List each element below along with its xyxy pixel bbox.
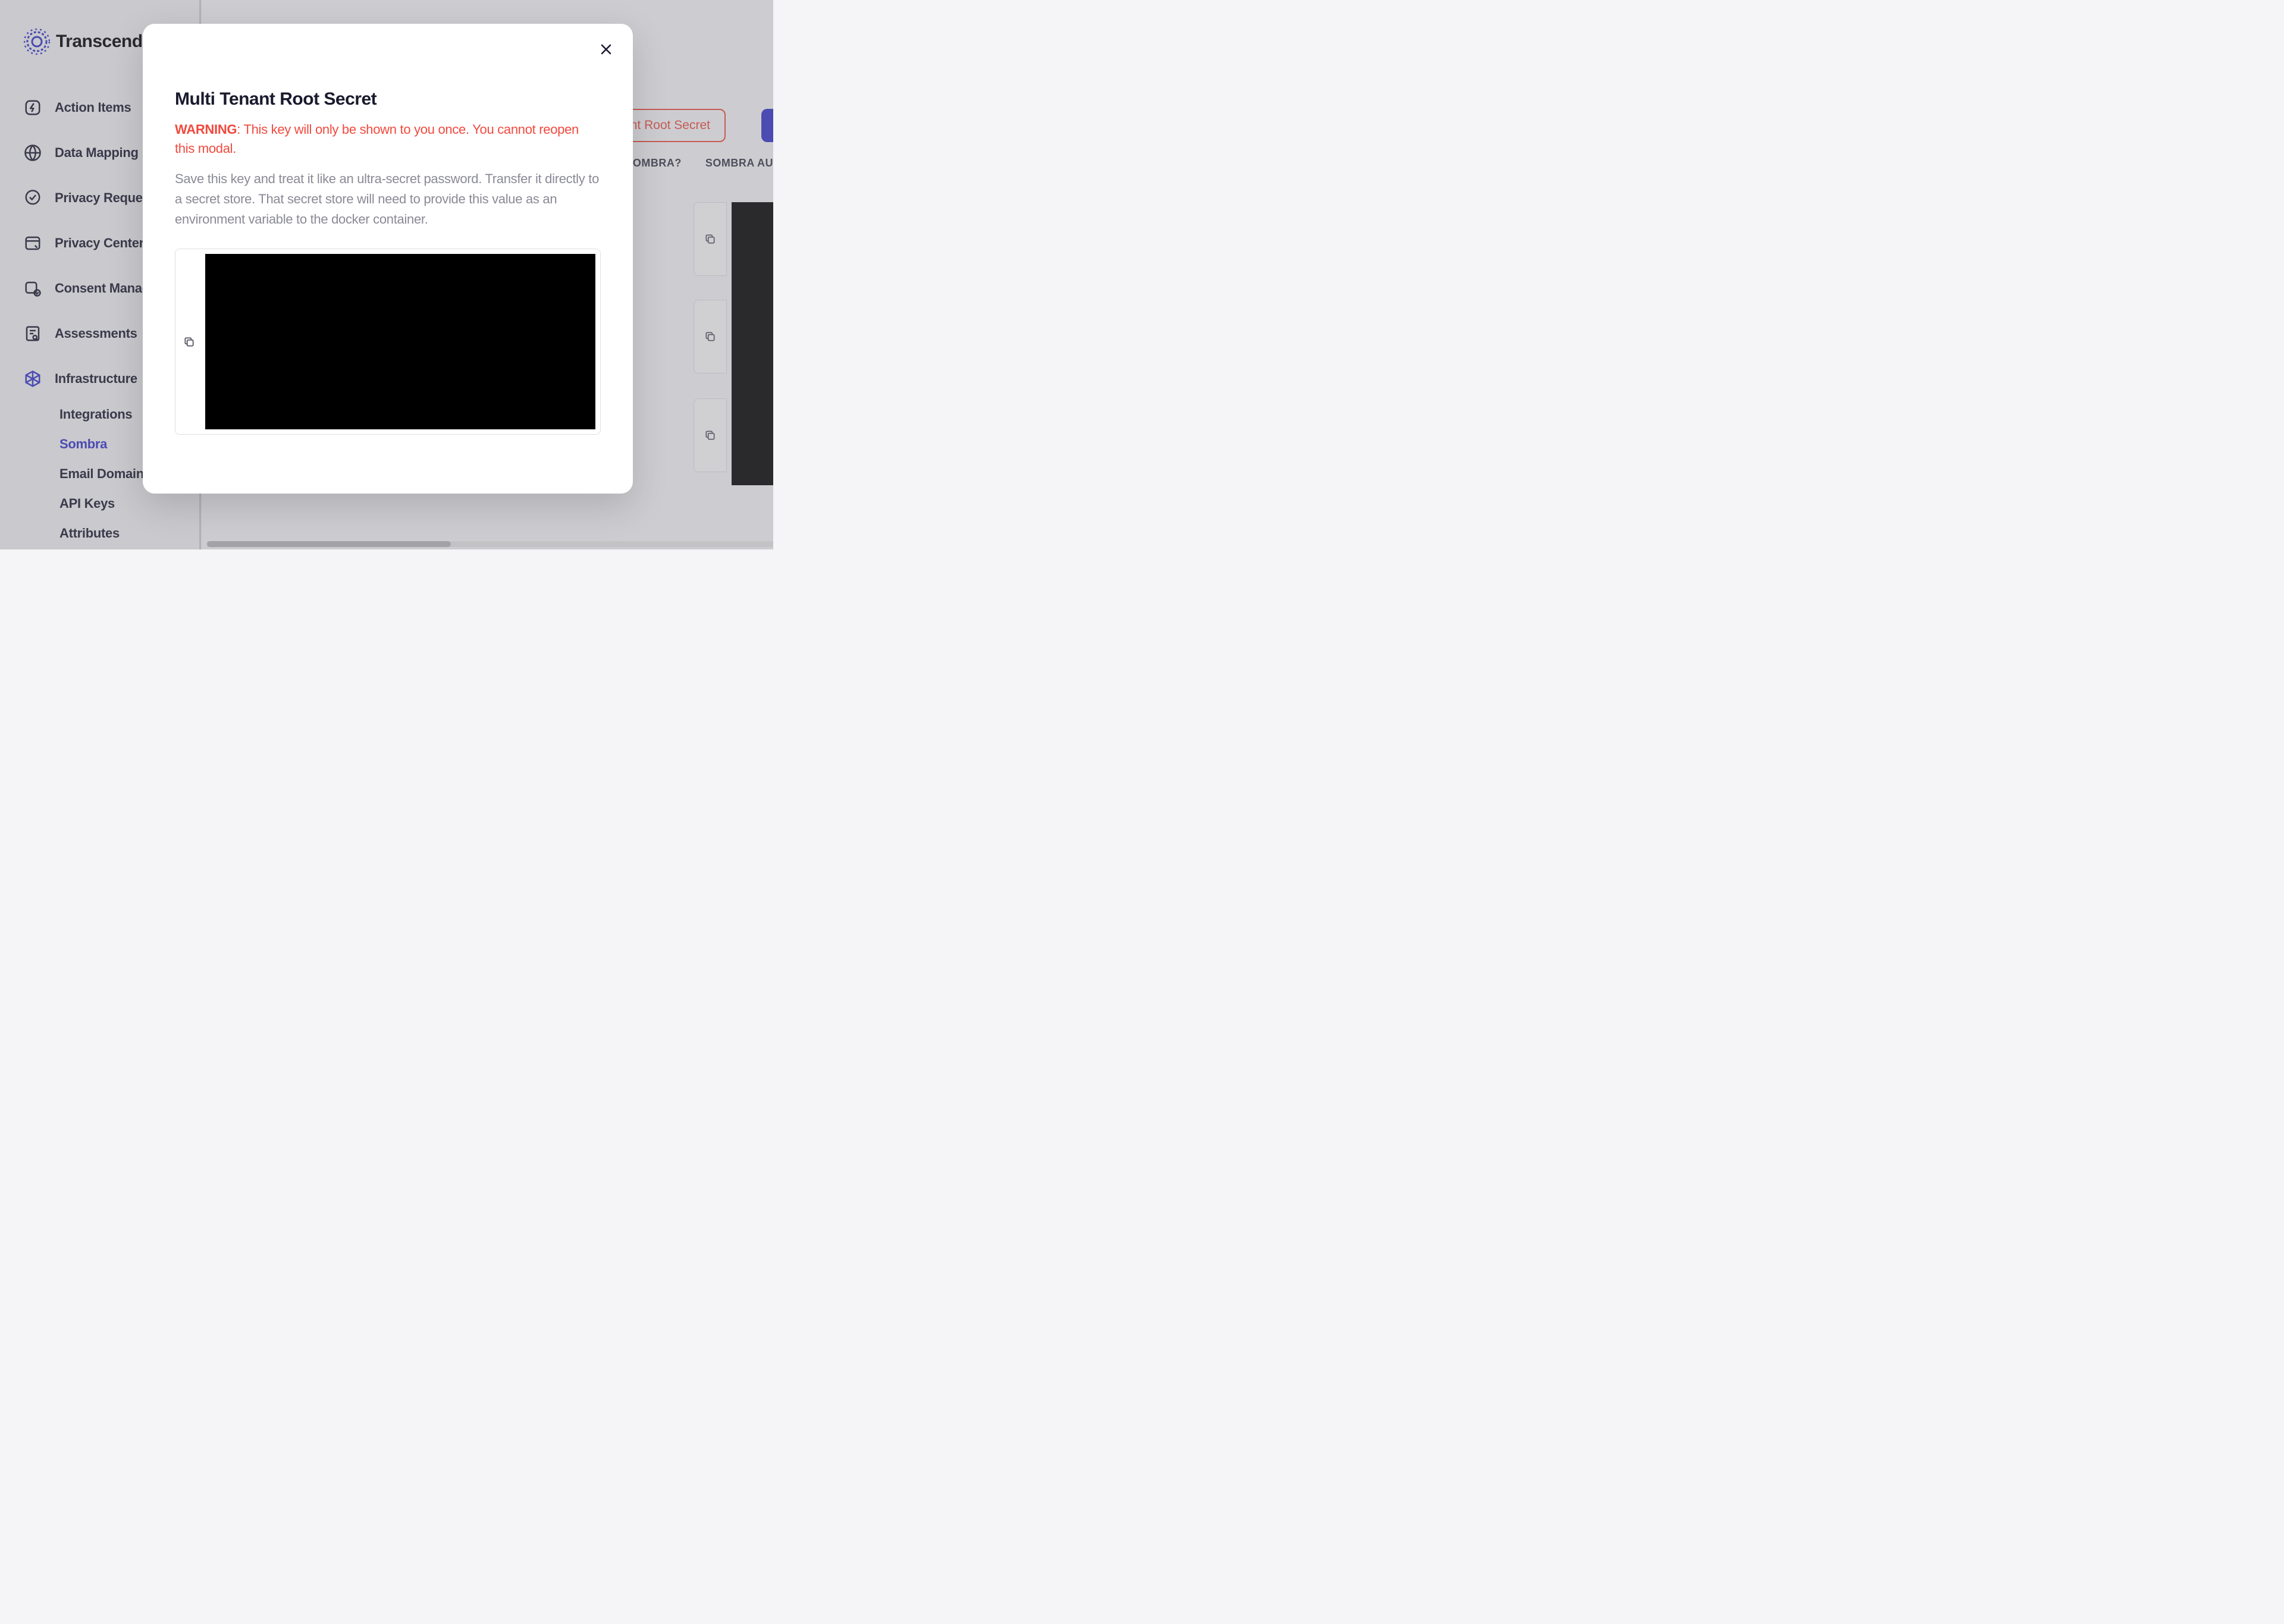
modal-title: Multi Tenant Root Secret bbox=[175, 89, 601, 109]
modal-warning: WARNING: This key will only be shown to … bbox=[175, 120, 601, 158]
secret-value-redacted bbox=[205, 254, 595, 429]
close-button[interactable] bbox=[597, 40, 615, 58]
secret-value-box bbox=[175, 249, 601, 435]
copy-secret-button[interactable] bbox=[180, 336, 198, 348]
secret-modal: Multi Tenant Root Secret WARNING: This k… bbox=[143, 24, 633, 494]
warning-label: WARNING bbox=[175, 122, 237, 137]
modal-description: Save this key and treat it like an ultra… bbox=[175, 169, 601, 230]
